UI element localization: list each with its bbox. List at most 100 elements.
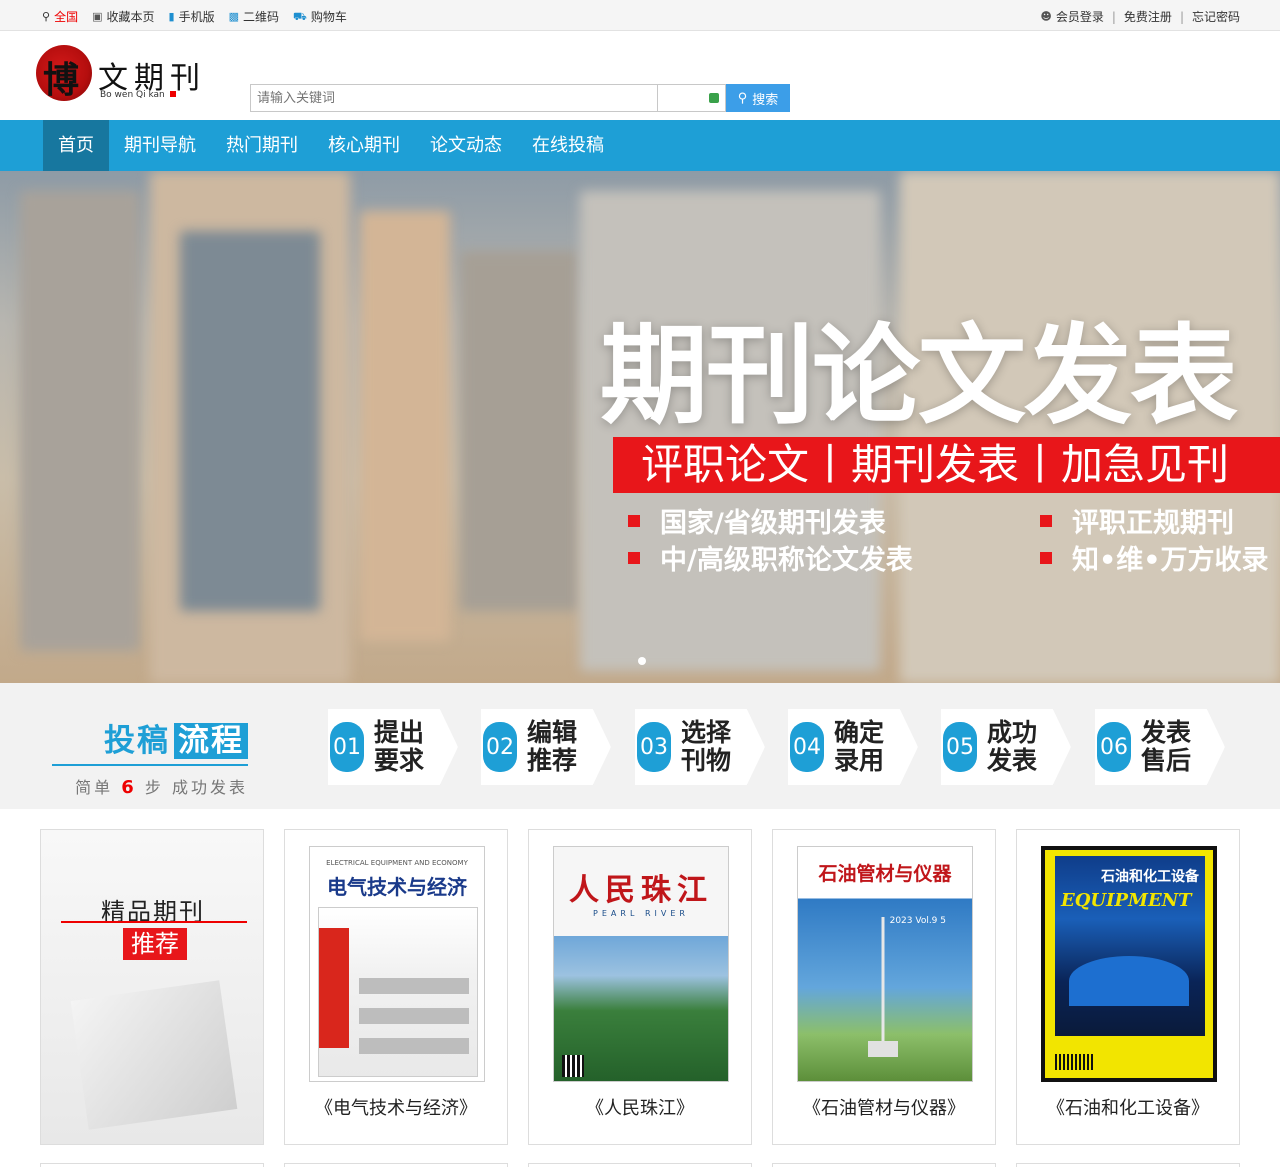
journal-name[interactable]: 《石油和化工设备》	[1017, 1094, 1239, 1120]
barcode-icon	[1055, 1054, 1095, 1070]
journal-card[interactable]: 石油和化工设备 EQUIPMENT 《石油和化工设备》	[1016, 829, 1240, 1145]
step-text: 提出要求	[374, 718, 425, 775]
journal-card[interactable]: ELECTRICAL EQUIPMENT AND ECONOMY 电气技术与经济…	[284, 829, 508, 1145]
nav-item-home[interactable]: 首页	[43, 120, 109, 171]
bullet-text: 知•维•万方收录	[1072, 545, 1269, 576]
recommend-divider	[61, 921, 247, 923]
journal-name[interactable]: 《电气技术与经济》	[285, 1094, 507, 1120]
next-row-card	[528, 1163, 752, 1167]
qrcode-label: 二维码	[242, 10, 279, 24]
step-text: 选择刊物	[681, 718, 732, 775]
qrcode-icon: ▩	[228, 10, 239, 23]
step-number: 03	[637, 722, 671, 772]
banner-bg-shelf	[180, 231, 320, 611]
process-sub-suffix: 步 成功发表	[144, 778, 248, 797]
search-button[interactable]: ⚲ 搜索	[726, 84, 790, 112]
cover-artwork: 石油和化工设备 EQUIPMENT	[1055, 856, 1205, 1036]
banner-bg-shelf	[20, 191, 140, 651]
process-title-b: 流程	[174, 723, 248, 759]
mobile-link[interactable]: ▮ 手机版	[169, 8, 215, 25]
cover-tank	[1069, 956, 1189, 1006]
logo-seal: 博	[36, 45, 92, 101]
recommend-paper-image	[70, 980, 238, 1130]
step-text: 确定录用	[834, 718, 885, 775]
top-bar: ⚲ 全国 ▣ 收藏本页 ▮ 手机版 ▩ 二维码 ⛟ 购物车 ☻ 会员登录 | 免费注册 | …	[0, 0, 1280, 31]
register-link[interactable]: 免费注册	[1124, 8, 1172, 25]
cover-title: 人民珠江	[569, 873, 713, 908]
cart-link[interactable]: ⛟ 购物车	[293, 8, 347, 25]
location-icon: ⚲	[42, 10, 51, 23]
cover-en: ELECTRICAL EQUIPMENT AND ECONOMY	[326, 859, 468, 867]
nav-item-news[interactable]: 论文动态	[415, 120, 517, 171]
bullet-square	[1040, 514, 1052, 527]
logo-subtitle: Bo wen Qi kan	[100, 90, 176, 100]
banner-bullet: 知•维•万方收录	[1040, 538, 1269, 577]
process-title: 投稿 流程 简单 6 步 成功发表	[52, 715, 248, 798]
top-bar-right: ☻ 会员登录 | 免费注册 | 忘记密码	[1040, 8, 1240, 25]
journal-cover[interactable]: 石油和化工设备 EQUIPMENT	[1041, 846, 1217, 1082]
banner-strip: 评职论文丨期刊发表丨加急见刊	[613, 437, 1280, 493]
forgot-password-link[interactable]: 忘记密码	[1192, 8, 1240, 25]
cart-icon: ⛟	[293, 10, 307, 23]
step-text: 编辑推荐	[527, 718, 578, 775]
next-row-card	[284, 1163, 508, 1167]
search-category-select[interactable]	[658, 84, 726, 112]
journal-cover[interactable]: 人民珠江 PEARL RIVER	[553, 846, 729, 1082]
recommend-tag: 推荐	[123, 928, 187, 960]
cover-title: 电气技术与经济	[327, 875, 467, 899]
process-step: 01 提出要求	[328, 707, 464, 787]
bullet-square	[628, 551, 640, 564]
login-label: 会员登录	[1055, 10, 1104, 24]
search-input[interactable]	[250, 84, 658, 112]
recommend-card: 精品期刊 推荐	[40, 829, 264, 1145]
banner-bullet: 中/高级职称论文发表	[628, 538, 913, 577]
mobile-label: 手机版	[178, 10, 215, 24]
process-sub-prefix: 简单	[75, 778, 114, 797]
hero-banner[interactable]: 期刊论文发表 评职论文丨期刊发表丨加急见刊 国家/省级期刊发表 评职正规期刊 中…	[0, 171, 1280, 683]
main-nav: 首页 期刊导航 热门期刊 核心期刊 论文动态 在线投稿	[0, 120, 1280, 171]
journal-cover[interactable]: ELECTRICAL EQUIPMENT AND ECONOMY 电气技术与经济	[309, 846, 485, 1082]
journal-card[interactable]: 人民珠江 PEARL RIVER 《人民珠江》	[528, 829, 752, 1145]
nav-item-journal-nav[interactable]: 期刊导航	[109, 120, 211, 171]
bullet-square	[1040, 551, 1052, 564]
process-sub-num: 6	[121, 777, 137, 798]
nav-item-submit[interactable]: 在线投稿	[517, 120, 619, 171]
cover-derrick	[868, 917, 898, 1057]
journal-name[interactable]: 《人民珠江》	[529, 1094, 751, 1120]
step-text: 成功发表	[987, 718, 1038, 775]
bookmark-icon: ▣	[92, 10, 103, 23]
next-row-card	[40, 1163, 264, 1167]
site-logo[interactable]: 博 文期刊 Bo wen Qi kan	[36, 45, 216, 107]
search-bar: ⚲ 搜索	[250, 84, 790, 112]
journal-cover[interactable]: 石油管材与仪器 2023 Vol.9 5	[797, 846, 973, 1082]
step-number: 05	[943, 722, 977, 772]
cover-devices	[359, 978, 469, 994]
cart-label: 购物车	[310, 10, 347, 24]
bullet-text: 中/高级职称论文发表	[660, 545, 913, 576]
bullet-text: 国家/省级期刊发表	[660, 508, 886, 539]
user-icon: ☻	[1040, 10, 1052, 23]
qrcode-link[interactable]: ▩ 二维码	[229, 8, 279, 25]
banner-title: 期刊论文发表	[600, 314, 1238, 439]
journal-card[interactable]: 石油管材与仪器 2023 Vol.9 5 《石油管材与仪器》	[772, 829, 996, 1145]
location-link[interactable]: ⚲ 全国	[42, 8, 78, 25]
banner-bg-shelf	[460, 251, 580, 611]
logo-sub-text: Bo wen Qi kan	[100, 90, 165, 100]
bookmark-link[interactable]: ▣ 收藏本页	[92, 8, 154, 25]
bullet-square	[628, 514, 640, 527]
process-step: 02 编辑推荐	[481, 707, 617, 787]
banner-bullet: 评职正规期刊	[1040, 501, 1234, 540]
qrcode-icon	[562, 1055, 584, 1077]
top-bar-left: ⚲ 全国 ▣ 收藏本页 ▮ 手机版 ▩ 二维码 ⛟ 购物车	[42, 8, 347, 25]
banner-bullet: 国家/省级期刊发表	[628, 501, 886, 540]
search-icon: ⚲	[737, 90, 748, 105]
journal-name[interactable]: 《石油管材与仪器》	[773, 1094, 995, 1120]
process-step: 05 成功发表	[941, 707, 1077, 787]
carousel-dot[interactable]	[638, 657, 646, 665]
bookmark-label: 收藏本页	[106, 10, 155, 24]
location-label: 全国	[54, 10, 79, 24]
login-link[interactable]: ☻ 会员登录	[1040, 8, 1103, 25]
nav-item-hot-journals[interactable]: 热门期刊	[211, 120, 313, 171]
step-text: 发表售后	[1141, 718, 1192, 775]
nav-item-core-journals[interactable]: 核心期刊	[313, 120, 415, 171]
